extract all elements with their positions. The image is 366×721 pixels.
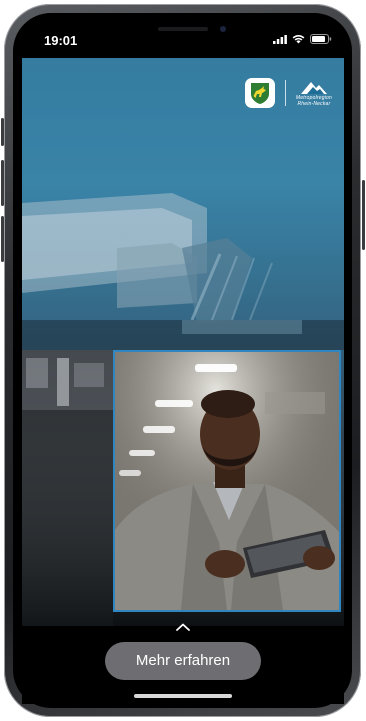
logo-divider (284, 80, 286, 106)
home-indicator[interactable] (134, 694, 232, 698)
john-deere-logo (244, 78, 275, 108)
cellular-signal-icon (273, 34, 287, 44)
side-button-left (1, 160, 4, 206)
learn-more-button[interactable]: Mehr erfahren (105, 642, 261, 680)
worker-photo-illustration (115, 352, 339, 610)
partner-logos: Metropolregion Rhein-Neckar (244, 78, 332, 108)
side-button-right (362, 180, 365, 250)
battery-icon (310, 34, 332, 44)
ad-screen[interactable]: Metropolregion Rhein-Neckar (22, 58, 344, 626)
side-button-left (1, 216, 4, 262)
deer-icon (250, 83, 269, 104)
metropolregion-logo: Metropolregion Rhein-Neckar (296, 79, 332, 107)
status-icons (273, 34, 332, 44)
bottom-action-bar: Mehr erfahren (22, 623, 344, 704)
status-time: 19:01 (44, 33, 78, 48)
side-button-left (1, 118, 4, 146)
worker-with-tablet-photo (113, 350, 341, 612)
chevron-up-icon[interactable] (175, 622, 191, 632)
front-camera (220, 26, 226, 32)
mountain-logo-icon (300, 82, 327, 94)
wifi-icon (292, 35, 305, 44)
earpiece-speaker (158, 27, 208, 31)
metropolregion-subname: Rhein-Neckar (297, 101, 331, 107)
